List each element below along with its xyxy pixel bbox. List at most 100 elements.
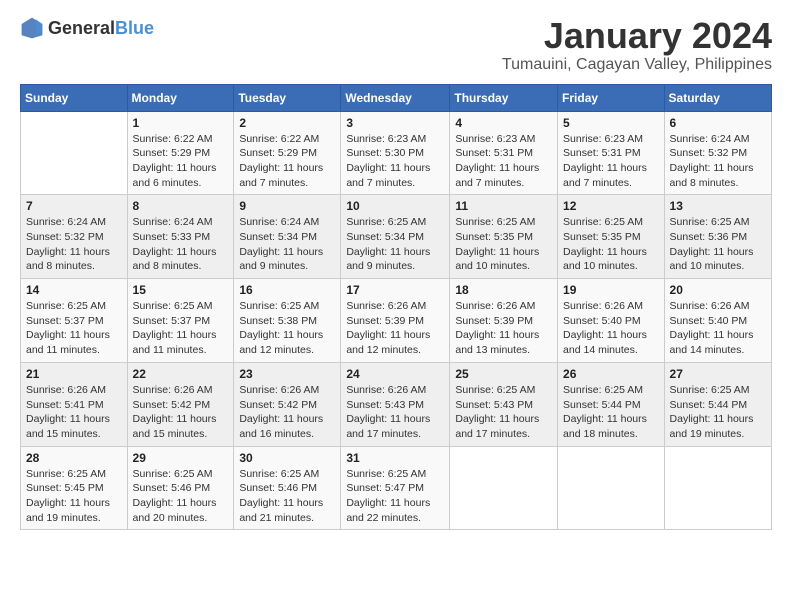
day-number: 22 [133, 367, 229, 381]
cell-info: Sunrise: 6:24 AM Sunset: 5:32 PM Dayligh… [670, 132, 766, 191]
day-number: 31 [346, 451, 444, 465]
cell-info: Sunrise: 6:25 AM Sunset: 5:46 PM Dayligh… [239, 467, 335, 526]
calendar-cell [664, 446, 771, 530]
weekday-header-monday: Monday [127, 84, 234, 111]
calendar-cell: 1 Sunrise: 6:22 AM Sunset: 5:29 PM Daylig… [127, 111, 234, 195]
calendar-cell: 10Sunrise: 6:25 AM Sunset: 5:34 PM Dayli… [341, 195, 450, 279]
cell-info: Sunrise: 6:26 AM Sunset: 5:42 PM Dayligh… [133, 383, 229, 442]
cell-info: Sunrise: 6:25 AM Sunset: 5:38 PM Dayligh… [239, 299, 335, 358]
cell-info: Sunrise: 6:25 AM Sunset: 5:44 PM Dayligh… [670, 383, 766, 442]
calendar-cell: 26 Sunrise: 6:25 AM Sunset: 5:44 PM Dayli… [558, 362, 665, 446]
month-title: January 2024 [502, 16, 772, 56]
calendar-cell: 12Sunrise: 6:25 AM Sunset: 5:35 PM Dayli… [558, 195, 665, 279]
day-number: 24 [346, 367, 444, 381]
day-number: 28 [26, 451, 122, 465]
cell-info: Sunrise: 6:25 AM Sunset: 5:34 PM Dayligh… [346, 215, 444, 274]
calendar-cell: 3 Sunrise: 6:23 AM Sunset: 5:30 PM Daylig… [341, 111, 450, 195]
cell-info: Sunrise: 6:25 AM Sunset: 5:43 PM Dayligh… [455, 383, 552, 442]
cell-info: Sunrise: 6:25 AM Sunset: 5:44 PM Dayligh… [563, 383, 659, 442]
calendar-cell: 18Sunrise: 6:26 AM Sunset: 5:39 PM Dayli… [450, 279, 558, 363]
day-number: 9 [239, 199, 335, 213]
day-number: 30 [239, 451, 335, 465]
calendar-cell: 24Sunrise: 6:26 AM Sunset: 5:43 PM Dayli… [341, 362, 450, 446]
cell-info: Sunrise: 6:24 AM Sunset: 5:34 PM Dayligh… [239, 215, 335, 274]
day-number: 1 [133, 116, 229, 130]
day-number: 3 [346, 116, 444, 130]
calendar-cell: 31 Sunrise: 6:25 AM Sunset: 5:47 PM Dayli… [341, 446, 450, 530]
weekday-header-wednesday: Wednesday [341, 84, 450, 111]
calendar-cell [21, 111, 128, 195]
calendar-cell: 22 Sunrise: 6:26 AM Sunset: 5:42 PM Dayli… [127, 362, 234, 446]
calendar-cell: 27 Sunrise: 6:25 AM Sunset: 5:44 PM Dayli… [664, 362, 771, 446]
day-number: 11 [455, 199, 552, 213]
calendar-cell: 15 Sunrise: 6:25 AM Sunset: 5:37 PM Dayli… [127, 279, 234, 363]
day-number: 2 [239, 116, 335, 130]
calendar-table: SundayMondayTuesdayWednesdayThursdayFrid… [20, 84, 772, 531]
day-number: 7 [26, 199, 122, 213]
cell-info: Sunrise: 6:23 AM Sunset: 5:31 PM Dayligh… [563, 132, 659, 191]
cell-info: Sunrise: 6:24 AM Sunset: 5:33 PM Dayligh… [133, 215, 229, 274]
day-number: 20 [670, 283, 766, 297]
day-number: 17 [346, 283, 444, 297]
calendar-cell: 14 Sunrise: 6:25 AM Sunset: 5:37 PM Dayli… [21, 279, 128, 363]
day-number: 29 [133, 451, 229, 465]
cell-info: Sunrise: 6:25 AM Sunset: 5:47 PM Dayligh… [346, 467, 444, 526]
weekday-header-tuesday: Tuesday [234, 84, 341, 111]
calendar-cell: 4Sunrise: 6:23 AM Sunset: 5:31 PM Daylig… [450, 111, 558, 195]
day-number: 25 [455, 367, 552, 381]
day-number: 14 [26, 283, 122, 297]
cell-info: Sunrise: 6:22 AM Sunset: 5:29 PM Dayligh… [133, 132, 229, 191]
logo-general: General [48, 18, 115, 38]
calendar-cell: 11 Sunrise: 6:25 AM Sunset: 5:35 PM Dayli… [450, 195, 558, 279]
cell-info: Sunrise: 6:25 AM Sunset: 5:35 PM Dayligh… [455, 215, 552, 274]
logo: GeneralBlue [20, 16, 154, 40]
calendar-cell: 8 Sunrise: 6:24 AM Sunset: 5:33 PM Daylig… [127, 195, 234, 279]
calendar-cell: 28 Sunrise: 6:25 AM Sunset: 5:45 PM Dayli… [21, 446, 128, 530]
cell-info: Sunrise: 6:25 AM Sunset: 5:37 PM Dayligh… [26, 299, 122, 358]
calendar-body: 1 Sunrise: 6:22 AM Sunset: 5:29 PM Daylig… [21, 111, 772, 530]
day-number: 15 [133, 283, 229, 297]
calendar-cell: 7 Sunrise: 6:24 AM Sunset: 5:32 PM Daylig… [21, 195, 128, 279]
logo-text: GeneralBlue [48, 18, 154, 39]
cell-info: Sunrise: 6:25 AM Sunset: 5:36 PM Dayligh… [670, 215, 766, 274]
logo-icon [20, 16, 44, 40]
calendar-week-5: 28 Sunrise: 6:25 AM Sunset: 5:45 PM Dayli… [21, 446, 772, 530]
weekday-header-sunday: Sunday [21, 84, 128, 111]
cell-info: Sunrise: 6:25 AM Sunset: 5:37 PM Dayligh… [133, 299, 229, 358]
calendar-cell: 30 Sunrise: 6:25 AM Sunset: 5:46 PM Dayli… [234, 446, 341, 530]
calendar-cell: 19Sunrise: 6:26 AM Sunset: 5:40 PM Dayli… [558, 279, 665, 363]
calendar-cell [450, 446, 558, 530]
day-number: 6 [670, 116, 766, 130]
calendar-cell [558, 446, 665, 530]
logo-blue: Blue [115, 18, 154, 38]
weekday-header-saturday: Saturday [664, 84, 771, 111]
cell-info: Sunrise: 6:24 AM Sunset: 5:32 PM Dayligh… [26, 215, 122, 274]
calendar-cell: 2 Sunrise: 6:22 AM Sunset: 5:29 PM Daylig… [234, 111, 341, 195]
cell-info: Sunrise: 6:25 AM Sunset: 5:45 PM Dayligh… [26, 467, 122, 526]
weekday-header-row: SundayMondayTuesdayWednesdayThursdayFrid… [21, 84, 772, 111]
calendar-week-2: 7 Sunrise: 6:24 AM Sunset: 5:32 PM Daylig… [21, 195, 772, 279]
calendar-week-1: 1 Sunrise: 6:22 AM Sunset: 5:29 PM Daylig… [21, 111, 772, 195]
day-number: 13 [670, 199, 766, 213]
cell-info: Sunrise: 6:23 AM Sunset: 5:30 PM Dayligh… [346, 132, 444, 191]
day-number: 8 [133, 199, 229, 213]
calendar-cell: 23 Sunrise: 6:26 AM Sunset: 5:42 PM Dayli… [234, 362, 341, 446]
day-number: 26 [563, 367, 659, 381]
cell-info: Sunrise: 6:26 AM Sunset: 5:40 PM Dayligh… [563, 299, 659, 358]
cell-info: Sunrise: 6:26 AM Sunset: 5:42 PM Dayligh… [239, 383, 335, 442]
cell-info: Sunrise: 6:26 AM Sunset: 5:39 PM Dayligh… [346, 299, 444, 358]
calendar-week-3: 14 Sunrise: 6:25 AM Sunset: 5:37 PM Dayli… [21, 279, 772, 363]
calendar-cell: 5Sunrise: 6:23 AM Sunset: 5:31 PM Daylig… [558, 111, 665, 195]
calendar-cell: 6 Sunrise: 6:24 AM Sunset: 5:32 PM Daylig… [664, 111, 771, 195]
calendar-week-4: 21Sunrise: 6:26 AM Sunset: 5:41 PM Dayli… [21, 362, 772, 446]
day-number: 18 [455, 283, 552, 297]
day-number: 23 [239, 367, 335, 381]
cell-info: Sunrise: 6:25 AM Sunset: 5:46 PM Dayligh… [133, 467, 229, 526]
calendar-cell: 20 Sunrise: 6:26 AM Sunset: 5:40 PM Dayli… [664, 279, 771, 363]
cell-info: Sunrise: 6:26 AM Sunset: 5:40 PM Dayligh… [670, 299, 766, 358]
day-number: 21 [26, 367, 122, 381]
day-number: 4 [455, 116, 552, 130]
day-number: 16 [239, 283, 335, 297]
cell-info: Sunrise: 6:22 AM Sunset: 5:29 PM Dayligh… [239, 132, 335, 191]
day-number: 27 [670, 367, 766, 381]
